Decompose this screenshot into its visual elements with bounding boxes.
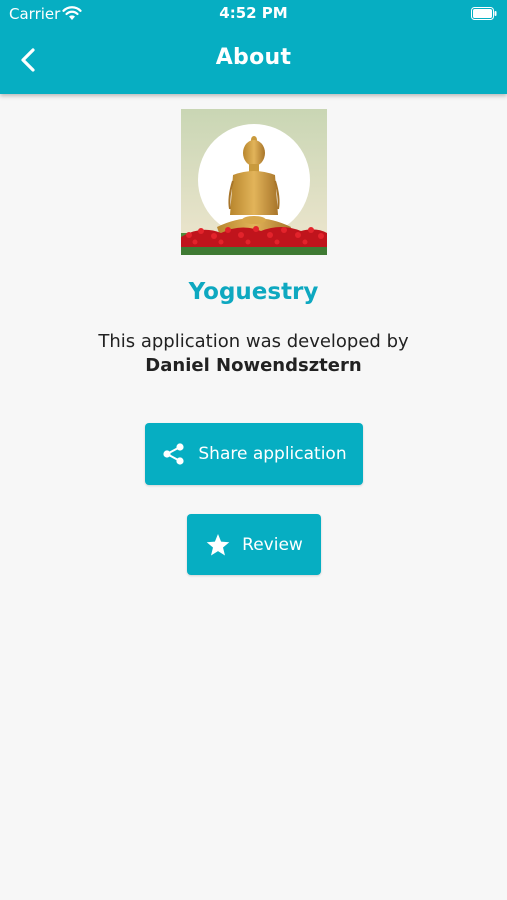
battery-icon — [471, 7, 497, 20]
app-logo-image — [181, 109, 327, 255]
navigation-bar: About — [0, 28, 507, 94]
developer-intro-text: This application was developed by — [98, 331, 409, 352]
share-application-button[interactable]: Share application — [145, 423, 363, 485]
share-button-label: Share application — [198, 444, 347, 464]
star-icon — [206, 533, 230, 555]
app-name: Yoguestry — [188, 279, 319, 305]
review-button[interactable]: Review — [187, 514, 321, 575]
page-title: About — [215, 45, 292, 70]
app-header: Carrier 4:52 PM About — [0, 0, 507, 94]
share-icon — [163, 443, 184, 465]
developer-name: Daniel Nowendsztern — [145, 355, 362, 376]
status-time: 4:52 PM — [219, 4, 288, 22]
review-button-label: Review — [242, 534, 303, 555]
status-bar: Carrier 4:52 PM — [0, 0, 507, 28]
